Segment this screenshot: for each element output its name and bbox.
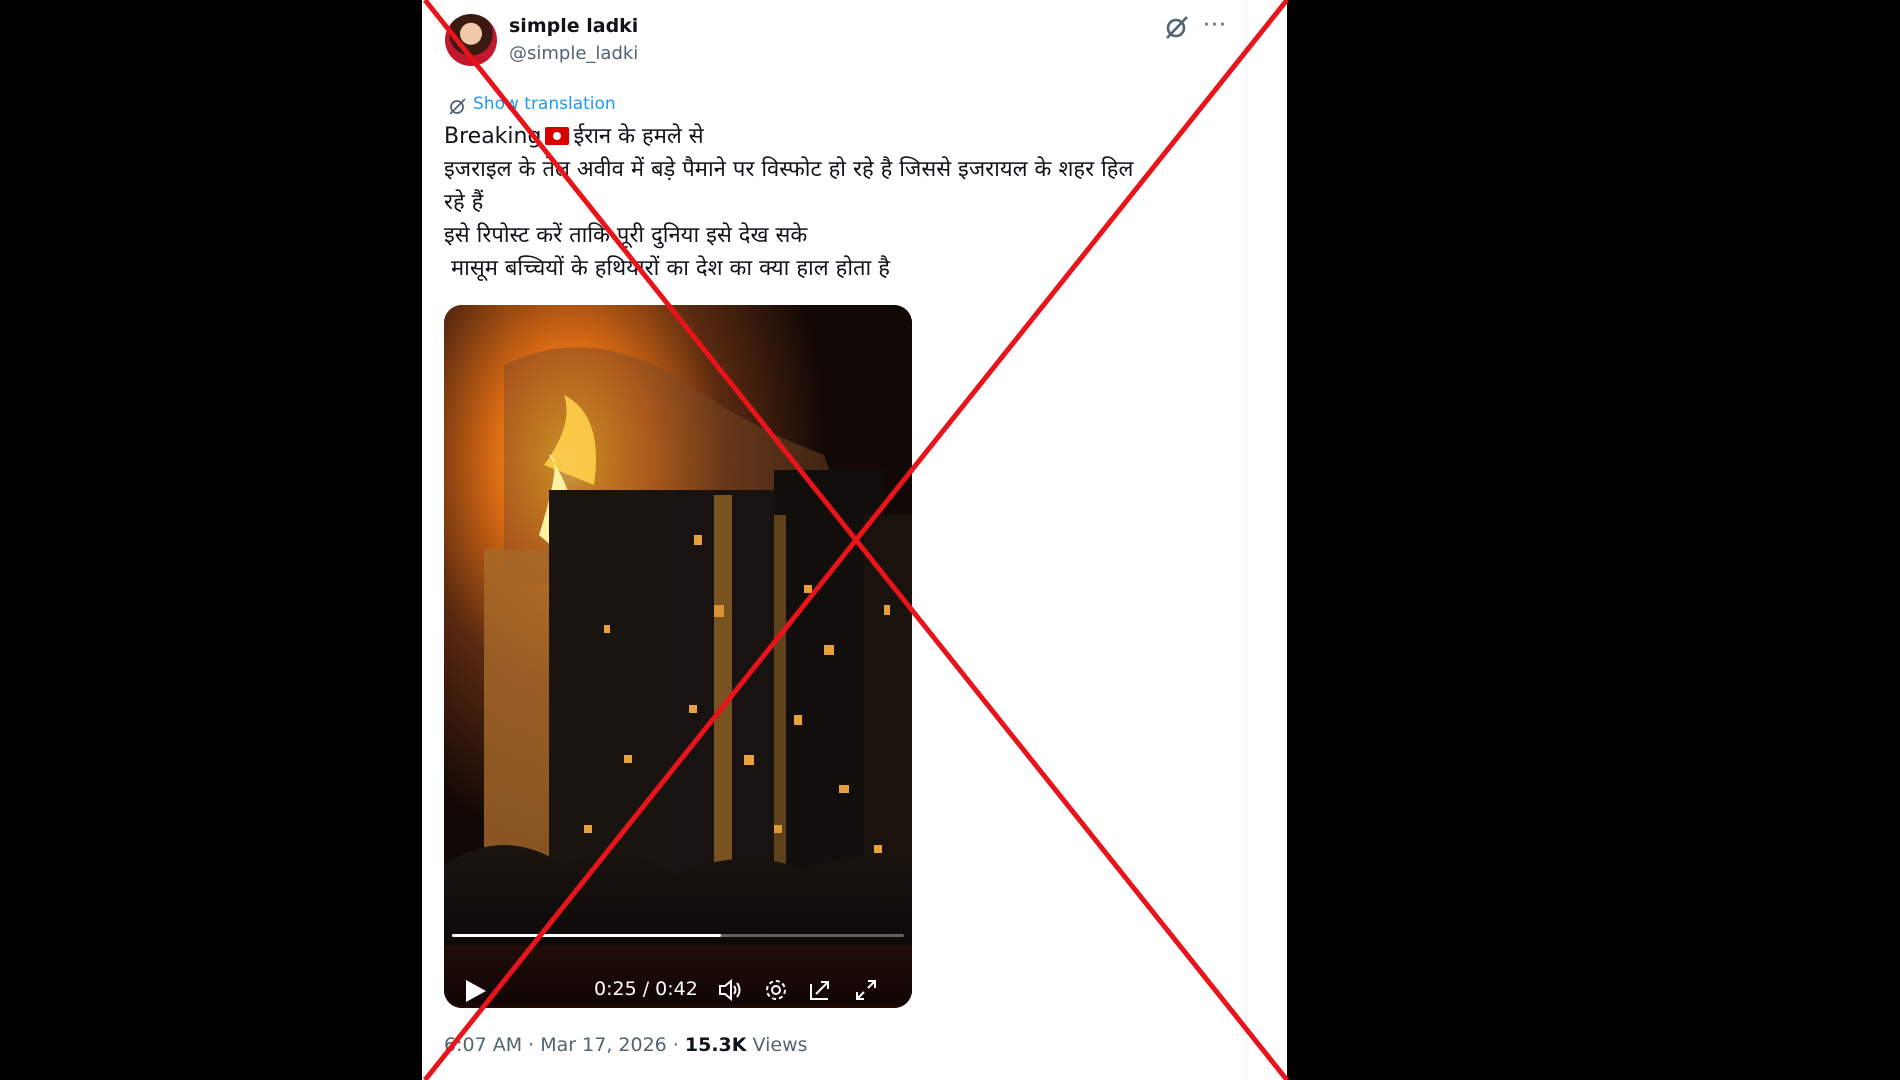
picture-in-picture-icon[interactable]	[806, 976, 834, 1004]
tweet-text: Breaking ईरान के हमले से इजराइल के तेल अव…	[444, 120, 1244, 285]
video-controls: 0:25 / 0:42	[444, 945, 912, 1005]
video-progress-bar[interactable]	[452, 934, 904, 937]
video-frame	[444, 305, 912, 1008]
settings-icon[interactable]	[762, 976, 790, 1004]
column-divider	[1246, 0, 1247, 1080]
tweet-date[interactable]: Mar 17, 2026	[540, 1034, 667, 1056]
tweet-text-line: इजराइल के तेल अवीव में बड़े पैमाने पर वि…	[444, 157, 1134, 182]
tweet-text-line: मासूम बच्चियों के हथियारों का देश का क्य…	[444, 256, 890, 281]
avatar[interactable]	[445, 14, 497, 66]
views-label: Views	[752, 1034, 808, 1056]
iran-flag-icon	[545, 127, 570, 145]
translate-icon	[449, 98, 466, 115]
user-handle[interactable]: @simple_ladki	[509, 43, 638, 64]
more-icon[interactable]: ···	[1197, 8, 1233, 44]
tweet-text-line: Breaking ईरान के हमले से	[444, 120, 1244, 153]
grok-icon[interactable]	[1162, 12, 1192, 42]
tweet-text-line: रहे हैं	[444, 190, 484, 215]
views-count: 15.3K	[684, 1034, 747, 1056]
volume-icon[interactable]	[716, 976, 744, 1004]
tweet-time[interactable]: 6:07 AM	[444, 1034, 522, 1056]
video-progress-fill	[452, 934, 721, 937]
play-icon[interactable]	[462, 977, 488, 1005]
meta-separator: ·	[672, 1034, 679, 1056]
tweet-text-line: इसे रिपोस्ट करें ताकि पूरी दुनिया इसे दे…	[444, 223, 808, 248]
tweet-meta: 6:07 AM · Mar 17, 2026 · 15.3K Views	[444, 1034, 808, 1056]
video-player[interactable]: 0:25 / 0:42	[444, 305, 912, 1008]
tweet-card: simple ladki @simple_ladki ··· Show tran…	[422, 0, 1287, 1080]
show-translation-link[interactable]: Show translation	[473, 94, 616, 114]
tweet-text-segment: ईरान के हमले से	[573, 124, 704, 149]
video-time-readout: 0:25 / 0:42	[594, 978, 698, 1000]
display-name[interactable]: simple ladki	[509, 15, 638, 37]
meta-separator: ·	[528, 1034, 535, 1056]
fullscreen-icon[interactable]	[852, 976, 880, 1004]
tweet-text-segment: Breaking	[444, 124, 542, 149]
